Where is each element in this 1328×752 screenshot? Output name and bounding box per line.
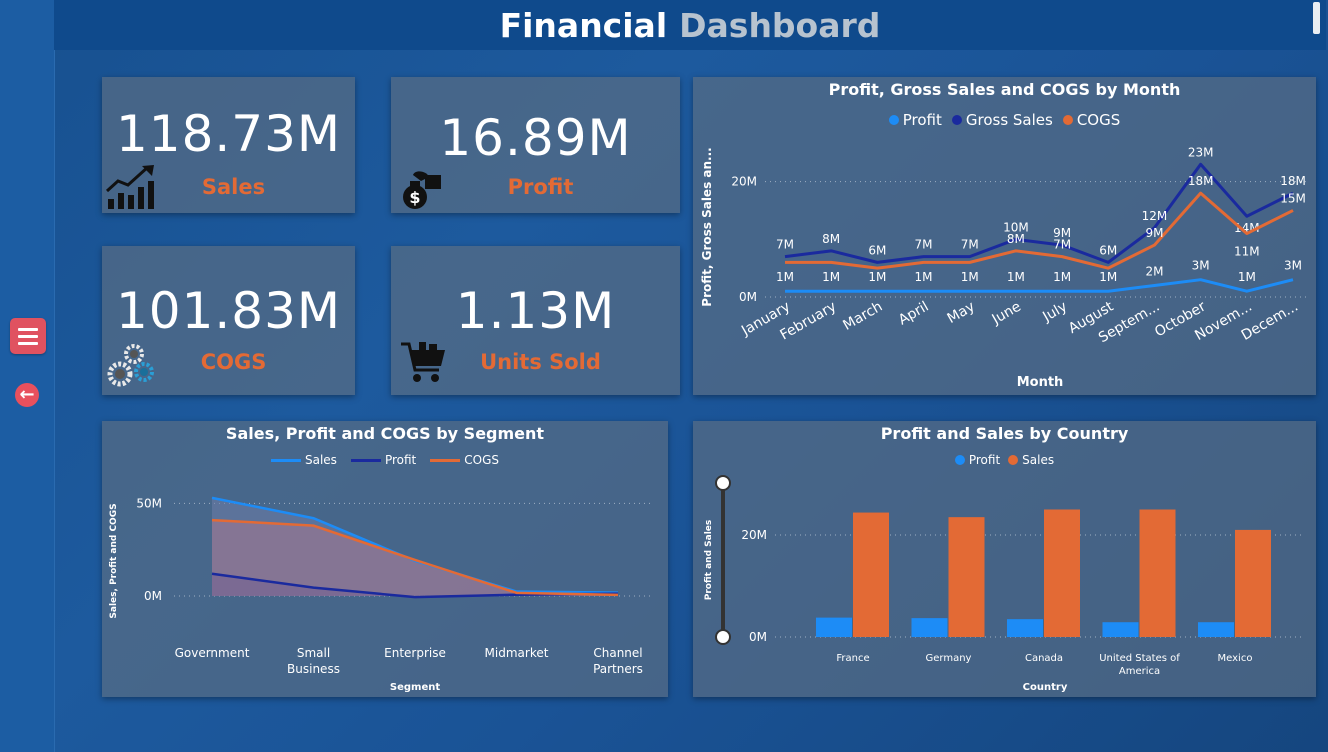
range-slider-handle-bottom [715, 629, 731, 645]
data-label-gross-sales: 23M [1188, 145, 1214, 159]
data-label-profit: 1M [1007, 270, 1025, 284]
y-tick-label: 20M [741, 528, 767, 542]
y-axis-label: Profit, Gross Sales an... [700, 147, 714, 306]
data-label-gross-sales: 6M [1099, 243, 1117, 257]
y-tick-label: 0M [144, 589, 162, 603]
kpi-card-profit: 16.89M Profit $ [391, 77, 680, 213]
page-title-secondary: Dashboard [679, 5, 881, 45]
x-tick-label-enterprise: Enterprise [384, 646, 446, 660]
x-axis-label: Month [1017, 375, 1064, 390]
data-label-cogs: 9M [1145, 226, 1163, 240]
data-label-gross-sales: 7M [776, 238, 794, 252]
data-label-gross-sales: 7M [961, 238, 979, 252]
kpi-card-sales: 118.73M Sales [102, 77, 355, 213]
kpi-card-cogs: 101.83M COGS [102, 246, 355, 395]
x-tick-label-may: May [945, 299, 978, 327]
hamburger-menu-icon[interactable] [10, 318, 46, 354]
y-tick-label: 50M [136, 496, 162, 510]
bar-profit-canada [1007, 619, 1043, 637]
chart-card-segment: Sales, Profit and COGS by Segment Sales … [102, 421, 668, 697]
x-axis-label: Country [1023, 682, 1068, 693]
range-slider-handle-top [715, 475, 731, 491]
bar-profit-france [816, 617, 852, 637]
chart-segment-plot: 0M 50M Sales, Profit and COGS Segment Govern… [109, 496, 654, 693]
x-tick-label-channel-partners: Channel [593, 646, 642, 660]
data-label-profit: 1M [915, 270, 933, 284]
chart-monthly-plot: 0M20MProfit, Gross Sales an...MonthJanua… [700, 145, 1308, 390]
back-arrow-icon[interactable]: ← [15, 383, 39, 407]
data-label-gross-sales: 12M [1142, 209, 1168, 223]
data-label-profit: 3M [1284, 259, 1302, 273]
x-tick-label-france: France [836, 653, 869, 664]
x-tick-label-government: Government [175, 646, 250, 660]
data-label-profit: 1M [1099, 270, 1117, 284]
svg-text:$: $ [409, 188, 420, 207]
x-tick-label-july: July [1039, 299, 1070, 326]
x-tick-label-june: June [989, 299, 1024, 329]
x-tick-label-united-states-of-america: United States of [1099, 653, 1180, 664]
x-tick-label-small-business: Business [287, 662, 340, 676]
bar-sales-canada [1044, 509, 1080, 637]
data-label-gross-sales: 7M [915, 238, 933, 252]
y-axis-label: Profit and Sales [704, 520, 714, 600]
x-tick-label-midmarket: Midmarket [485, 646, 549, 660]
data-label-profit: 1M [776, 270, 794, 284]
bar-sales-france [853, 512, 889, 637]
y-tick-label: 20M [731, 175, 757, 189]
shopping-cart-icon [401, 342, 445, 382]
bar-profit-mexico [1198, 622, 1234, 637]
data-label-profit: 1M [1053, 270, 1071, 284]
kpi-profit-value: 16.89M [439, 109, 632, 167]
data-label-profit: 3M [1192, 259, 1210, 273]
y-tick-label: 0M [739, 290, 757, 304]
data-label-cogs: 11M [1234, 245, 1260, 259]
data-label-gross-sales: 6M [868, 243, 886, 257]
series-line-gross-sales [784, 162, 1294, 264]
x-tick-label-small-business: Small [297, 646, 330, 660]
kpi-cogs-value: 101.83M [115, 282, 342, 340]
data-label-cogs: 15M [1280, 191, 1306, 205]
data-label-gross-sales: 18M [1280, 174, 1306, 188]
x-tick-label-mexico: Mexico [1218, 653, 1253, 664]
data-label-profit: 2M [1145, 264, 1163, 278]
page-title-primary: Financial [499, 5, 668, 45]
bar-sales-united-states-of-america [1139, 509, 1176, 637]
left-rail [0, 0, 55, 752]
chart-growth-icon [105, 165, 154, 209]
chart-card-country: Profit and Sales by Country Profit Sales… [693, 421, 1316, 697]
y-axis-label: Sales, Profit and COGS [109, 503, 119, 618]
chart-card-monthly: Profit, Gross Sales and COGS by Month Pr… [693, 77, 1316, 395]
x-tick-label-april: April [896, 299, 932, 329]
data-label-gross-sales: 8M [822, 232, 840, 246]
data-label-cogs: 7M [1053, 238, 1071, 252]
kpi-sales-value: 118.73M [115, 105, 342, 163]
money-bag-icon: $ [403, 171, 441, 209]
data-label-cogs: 18M [1188, 174, 1214, 188]
x-tick-label-germany: Germany [926, 653, 972, 664]
kpi-units-value: 1.13M [455, 282, 616, 340]
data-label-profit: 1M [961, 270, 979, 284]
bar-profit-united-states-of-america [1102, 622, 1139, 637]
bar-sales-germany [948, 517, 985, 637]
x-tick-label-canada: Canada [1025, 653, 1063, 664]
header-bar: Financial Dashboard [54, 0, 1326, 50]
bar-sales-mexico [1235, 529, 1271, 637]
data-label-cogs: 8M [1007, 232, 1025, 246]
data-label-profit: 1M [1238, 270, 1256, 284]
x-tick-label-united-states-of-america: America [1119, 666, 1160, 677]
series-line-profit [785, 278, 1294, 293]
data-label-profit: 1M [868, 270, 886, 284]
scrollbar-handle[interactable] [1313, 2, 1320, 34]
data-label-profit: 1M [822, 270, 840, 284]
bar-profit-germany [911, 618, 948, 637]
y-tick-label: 0M [749, 630, 767, 644]
gears-icon [107, 344, 154, 387]
series-area-cogs [212, 520, 618, 596]
chart-country-plot: 0M 20M Profit and Sales Country France German… [704, 475, 1305, 693]
kpi-card-units-sold: 1.13M Units Sold [391, 246, 680, 395]
x-tick-label-march: March [840, 299, 885, 334]
x-axis-label: Segment [390, 682, 440, 693]
x-tick-label-channel-partners: Partners [593, 662, 643, 676]
